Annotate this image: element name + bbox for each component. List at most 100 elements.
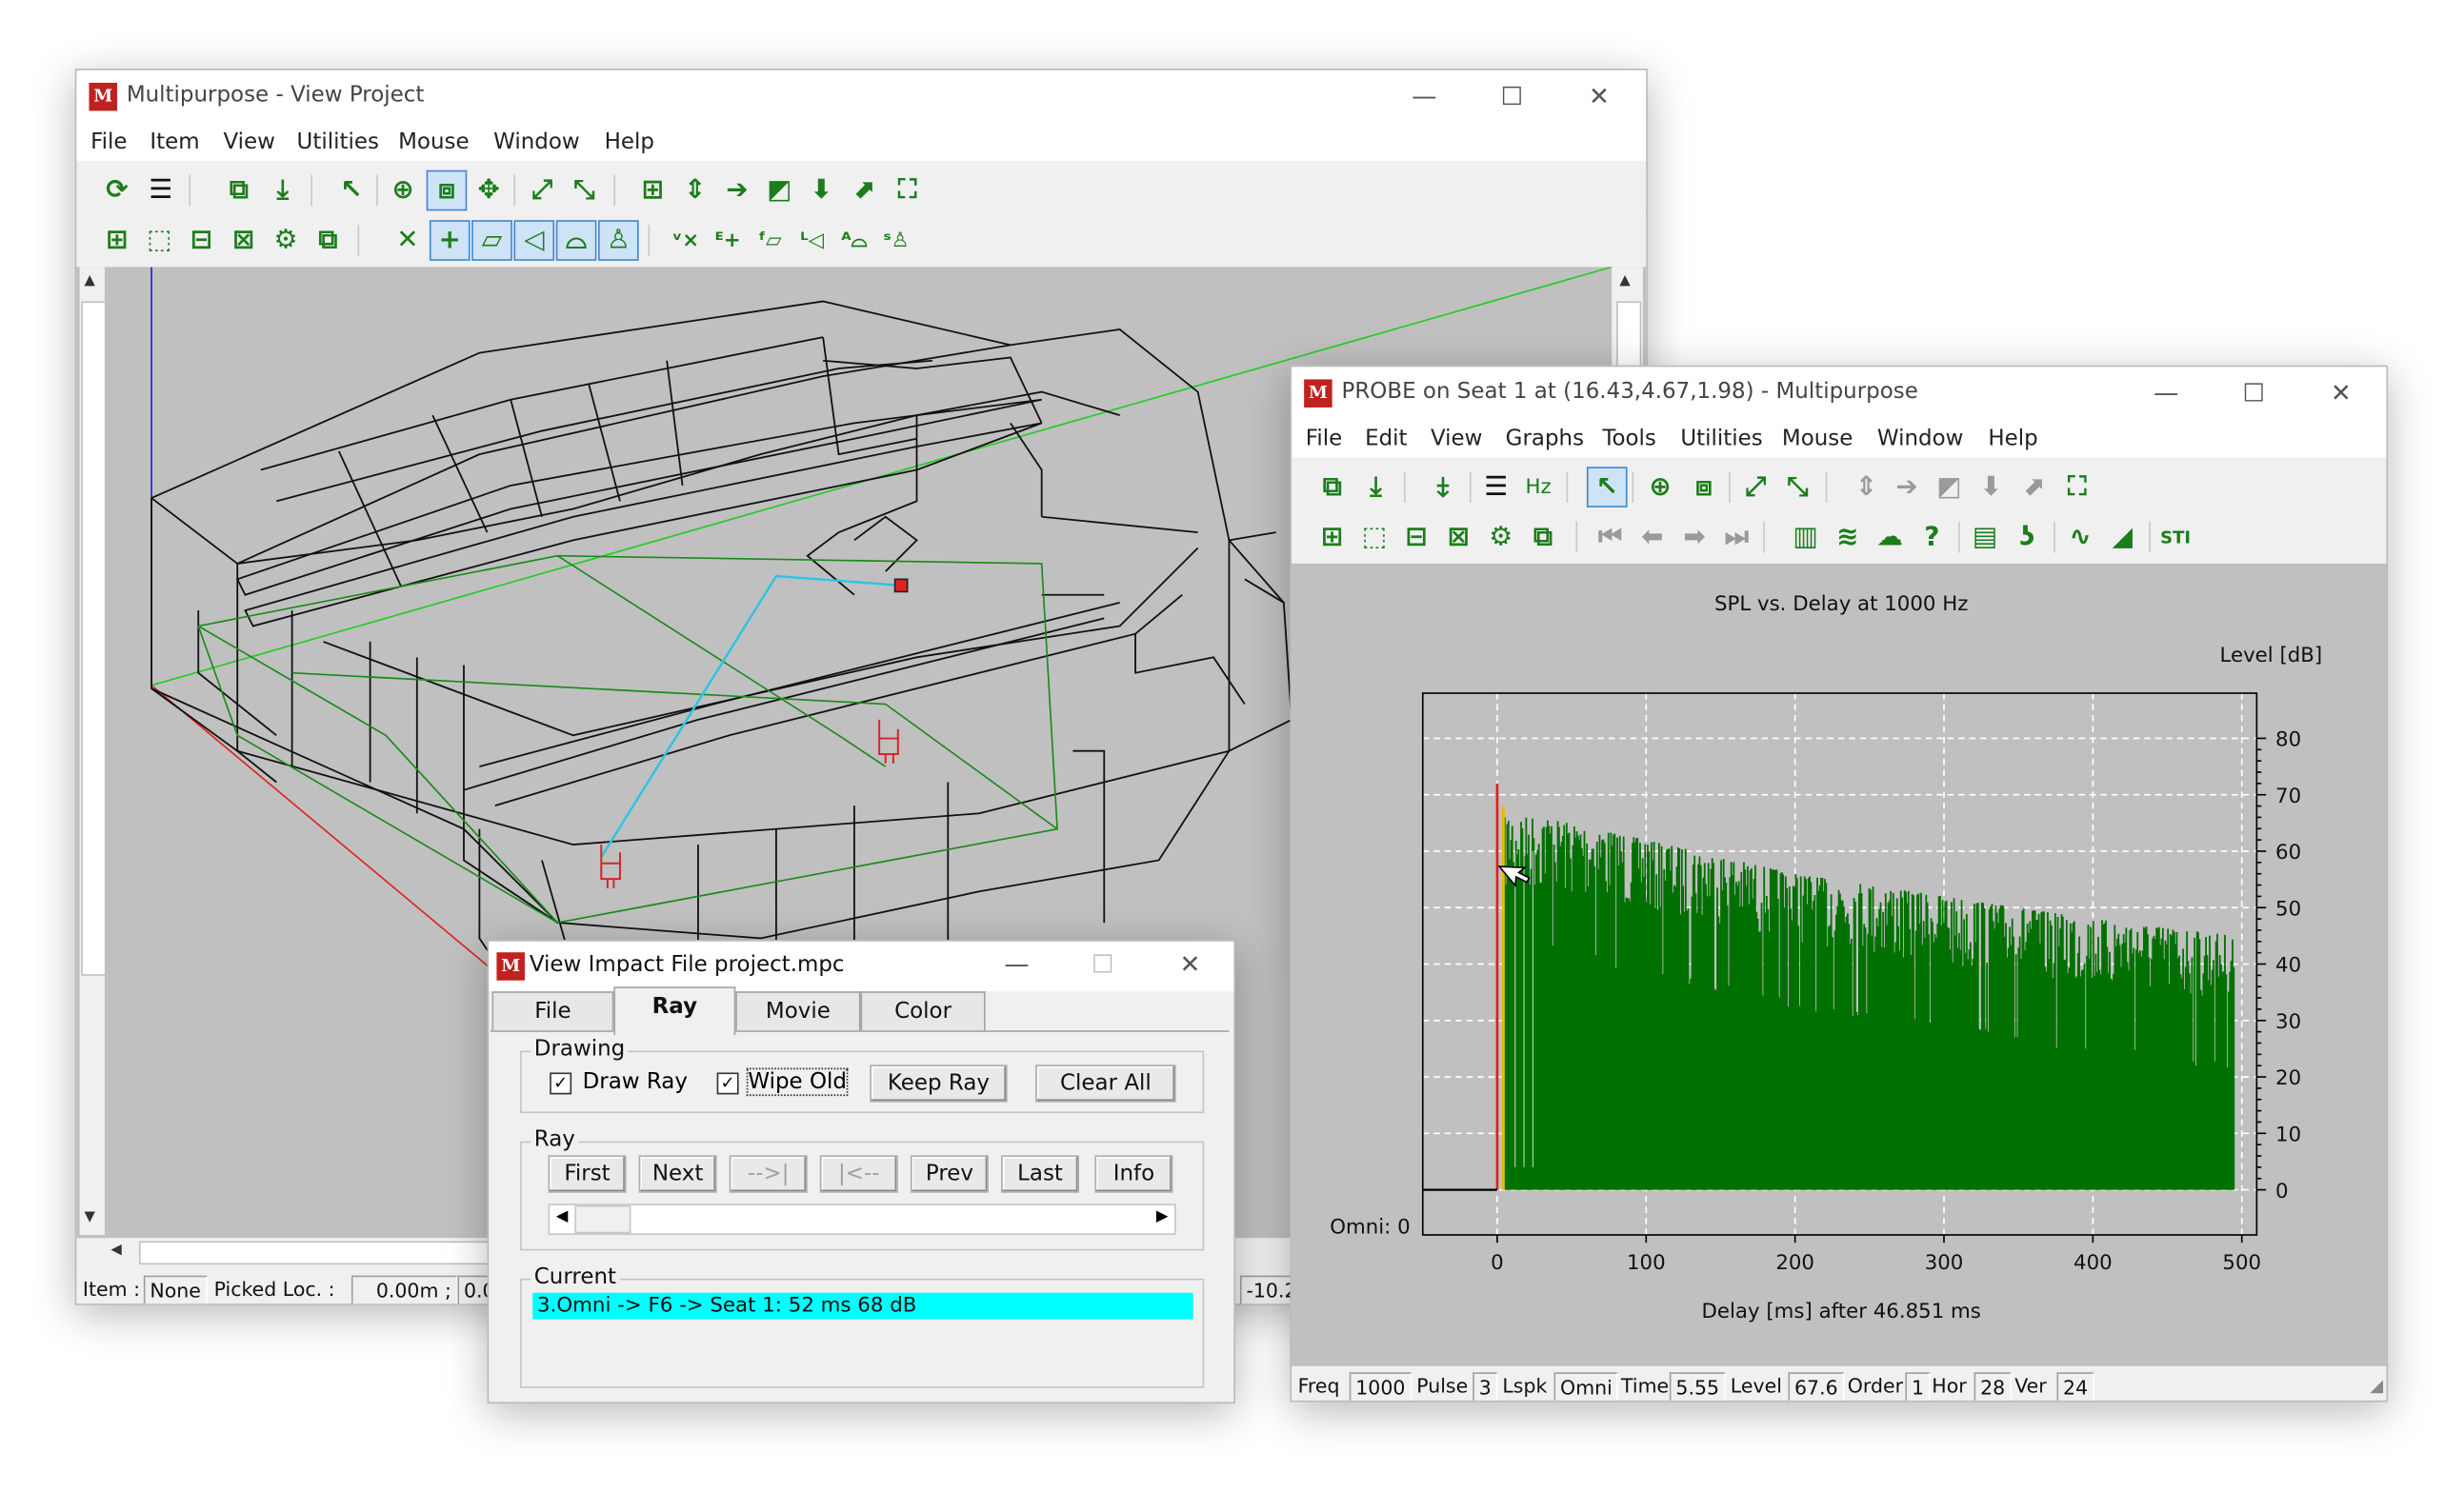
spl-delay-chart[interactable]: SPL vs. Delay at 1000 Hz Level [dB] Dela… bbox=[1292, 564, 2386, 1366]
view-front-icon[interactable]: ⬚ bbox=[141, 222, 178, 259]
minimize-button[interactable]: — bbox=[1393, 76, 1456, 117]
target-icon[interactable]: ⊕ bbox=[1641, 468, 1678, 506]
histogram-icon[interactable]: ▤ bbox=[1966, 518, 2003, 555]
help-icon[interactable]: ? bbox=[1913, 518, 1951, 555]
first-icon[interactable]: ⏮ bbox=[1592, 518, 1629, 555]
view-plan-icon[interactable]: ⊞ bbox=[1313, 518, 1351, 555]
zoom-in-icon[interactable]: ⤢ bbox=[523, 171, 560, 209]
view-iso-icon[interactable]: ⊠ bbox=[225, 222, 262, 259]
scroll-right-icon[interactable]: ▶ bbox=[1156, 1208, 1169, 1225]
pointer-icon[interactable]: ↖ bbox=[1586, 467, 1628, 507]
close-button[interactable]: ✕ bbox=[1159, 945, 1222, 985]
arrow-in-icon[interactable]: ➔ bbox=[718, 171, 755, 209]
view-side-icon[interactable]: ⊟ bbox=[183, 222, 220, 259]
copy-graph-icon[interactable]: ⧉ bbox=[1313, 468, 1351, 506]
view-layers-icon[interactable]: ⧉ bbox=[1524, 518, 1561, 555]
keep-ray-button[interactable]: Keep Ray bbox=[870, 1064, 1008, 1103]
decay-icon[interactable]: ◢ bbox=[2104, 518, 2141, 555]
list-icon[interactable]: ☰ bbox=[1477, 468, 1514, 506]
menu-item[interactable]: Item bbox=[150, 129, 199, 154]
pan-icon[interactable]: ✥ bbox=[471, 171, 508, 209]
add-speaker-icon[interactable]: ◁ bbox=[513, 220, 555, 261]
ray-scroll-thumb[interactable] bbox=[574, 1204, 631, 1234]
shape-icon[interactable]: ◩ bbox=[761, 171, 798, 209]
export-view-icon[interactable]: ⤓ bbox=[264, 171, 301, 209]
menu-window[interactable]: Window bbox=[1877, 427, 1964, 451]
list-icon[interactable]: ☰ bbox=[142, 171, 179, 209]
clear-all-button[interactable]: Clear All bbox=[1035, 1064, 1176, 1103]
impact-titlebar[interactable]: M View Impact File project.mpc — ☐ ✕ bbox=[489, 941, 1234, 992]
maximize-button[interactable]: ☐ bbox=[1072, 945, 1134, 985]
edit-plane-icon[interactable]: ᴱ+ bbox=[709, 222, 746, 259]
view-3d-icon[interactable]: ⚙ bbox=[267, 222, 304, 259]
target-icon[interactable]: ⊕ bbox=[384, 171, 421, 209]
menu-file[interactable]: File bbox=[90, 129, 127, 154]
view-front-icon[interactable]: ⬚ bbox=[1355, 518, 1392, 555]
wipe-old-label[interactable]: Wipe Old bbox=[746, 1067, 849, 1097]
edit-area-icon[interactable]: ᴬ⌓ bbox=[835, 222, 872, 259]
last-button[interactable]: Last bbox=[1001, 1155, 1080, 1193]
minimize-button[interactable]: — bbox=[986, 945, 1049, 985]
bar-graph-icon[interactable]: ▥ bbox=[1787, 518, 1824, 555]
fit-all-icon[interactable]: ⛶ bbox=[889, 171, 926, 209]
ray-scrollbar[interactable]: ◀ ▶ bbox=[548, 1204, 1176, 1236]
current-list-item[interactable]: 3.Omni -> F6 -> Seat 1: 52 ms 68 dB bbox=[532, 1292, 1193, 1320]
arrow-in-icon[interactable]: ➔ bbox=[1888, 468, 1925, 506]
wipe-old-checkbox[interactable]: ✓ bbox=[716, 1072, 739, 1095]
maximize-button[interactable]: ☐ bbox=[1480, 76, 1543, 117]
tab-movie[interactable]: Movie bbox=[735, 991, 861, 1031]
tab-color[interactable]: Color bbox=[860, 991, 986, 1031]
split-icon[interactable]: ⇕ bbox=[676, 171, 713, 209]
edit-seat-icon[interactable]: ˢ♙ bbox=[878, 222, 915, 259]
edit-vertex-icon[interactable]: ᵛ× bbox=[667, 222, 704, 259]
arrow-up-right-icon[interactable]: ⬈ bbox=[2014, 468, 2052, 506]
last-icon[interactable]: ⏭ bbox=[1718, 518, 1755, 555]
waterfall-icon[interactable]: ≋ bbox=[1829, 518, 1866, 555]
chart-area[interactable]: SPL vs. Delay at 1000 Hz Level [dB] Dela… bbox=[1292, 563, 2387, 1366]
menu-tools[interactable]: Tools bbox=[1602, 427, 1656, 451]
draw-ray-label[interactable]: Draw Ray bbox=[583, 1069, 688, 1094]
export-graph-icon[interactable]: ⤓ bbox=[1357, 468, 1394, 506]
menu-utilities[interactable]: Utilities bbox=[1680, 427, 1762, 451]
delete-icon[interactable]: ✕ bbox=[389, 222, 426, 259]
probe-titlebar[interactable]: M PROBE on Seat 1 at (16.43,4.67,1.98) -… bbox=[1292, 367, 2387, 421]
probe-icon[interactable]: ⤈ bbox=[1424, 468, 1461, 506]
seat-marker-2[interactable] bbox=[878, 719, 899, 764]
tab-file[interactable]: File bbox=[491, 991, 614, 1031]
edit-loudspeaker-icon[interactable]: ᴸ◁ bbox=[793, 222, 831, 259]
tab-ray[interactable]: Ray bbox=[613, 986, 736, 1036]
jump-start-button[interactable]: |<-- bbox=[819, 1155, 898, 1193]
forward-icon[interactable]: ➡ bbox=[1675, 518, 1713, 555]
add-audience-icon[interactable]: ⌓ bbox=[555, 220, 597, 261]
fit-all-icon[interactable]: ⛶ bbox=[2058, 468, 2095, 506]
zoom-in-icon[interactable]: ⤢ bbox=[1736, 468, 1773, 506]
current-list[interactable]: 3.Omni -> F6 -> Seat 1: 52 ms 68 dB bbox=[532, 1292, 1193, 1378]
menu-mouse[interactable]: Mouse bbox=[1782, 427, 1853, 451]
copy-view-icon[interactable]: ⧉ bbox=[220, 171, 257, 209]
menu-edit[interactable]: Edit bbox=[1365, 427, 1407, 451]
back-icon[interactable]: ⬅ bbox=[1633, 518, 1671, 555]
menu-graphs[interactable]: Graphs bbox=[1506, 427, 1584, 451]
edit-face-icon[interactable]: ᶠ▱ bbox=[751, 222, 789, 259]
first-button[interactable]: First bbox=[548, 1155, 627, 1193]
arrow-up-right-icon[interactable]: ⬈ bbox=[845, 171, 882, 209]
zoom-fit-icon[interactable]: ⤡ bbox=[1779, 468, 1816, 506]
sti-icon[interactable]: STI bbox=[2156, 518, 2194, 555]
menu-view[interactable]: View bbox=[223, 129, 274, 154]
refresh-icon[interactable]: ⟳ bbox=[98, 171, 135, 209]
info-button[interactable]: Info bbox=[1094, 1155, 1173, 1193]
ear-icon[interactable]: ʖ bbox=[2009, 518, 2046, 555]
menu-view[interactable]: View bbox=[1431, 427, 1482, 451]
zoom-window-icon[interactable]: ⧈ bbox=[1685, 468, 1722, 506]
prev-button[interactable]: Prev bbox=[910, 1155, 989, 1193]
menu-window[interactable]: Window bbox=[493, 129, 580, 154]
menu-file[interactable]: File bbox=[1306, 427, 1342, 451]
zoom-window-icon[interactable]: ⧈ bbox=[426, 169, 468, 211]
resize-grip-icon[interactable]: ◢ bbox=[2370, 1376, 2383, 1396]
minimize-button[interactable]: — bbox=[2134, 373, 2197, 414]
add-plane-icon[interactable]: ▱ bbox=[471, 220, 512, 261]
view-iso-icon[interactable]: ⊠ bbox=[1440, 518, 1477, 555]
probe-window[interactable]: M PROBE on Seat 1 at (16.43,4.67,1.98) -… bbox=[1290, 365, 2389, 1403]
menu-mouse[interactable]: Mouse bbox=[398, 129, 470, 154]
loudspeaker-icon[interactable] bbox=[893, 578, 909, 593]
